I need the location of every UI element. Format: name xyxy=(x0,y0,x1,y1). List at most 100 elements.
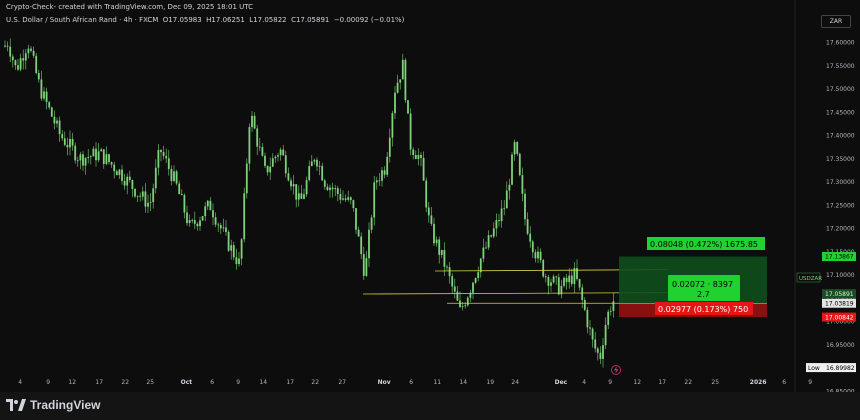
candle-body xyxy=(477,272,480,279)
candle-body xyxy=(316,159,318,167)
candle-body xyxy=(201,216,204,221)
candle-body xyxy=(212,210,214,218)
time-axis-label: 17 xyxy=(658,379,666,386)
candle-body xyxy=(186,212,188,224)
candle-body xyxy=(583,299,586,310)
candle-body xyxy=(357,229,360,237)
candle-body xyxy=(53,116,56,124)
candle-body xyxy=(89,156,92,158)
candle-body xyxy=(365,258,368,276)
loss-label: 0.02977 (0.173%) 750 xyxy=(658,305,748,314)
candle-body xyxy=(245,163,248,194)
candle-body xyxy=(417,154,420,160)
time-axis-label: 6 xyxy=(782,379,786,386)
candle-body xyxy=(435,239,438,244)
price-axis-label: 17.20000 xyxy=(826,226,855,233)
candle-body xyxy=(87,157,90,158)
ticker-open: O17.05983 xyxy=(162,16,202,24)
candle-body xyxy=(331,187,334,190)
candle-body xyxy=(576,268,578,280)
candle-body xyxy=(193,220,196,224)
candle-body xyxy=(219,225,222,229)
candle-body xyxy=(37,73,40,80)
candle-body xyxy=(167,158,170,169)
ticker-line: U.S. Dollar / South African Rand · 4h · … xyxy=(6,16,404,24)
time-axis-label: 12 xyxy=(68,379,76,386)
price-chart[interactable]: 0.08048 (0.472%) 1675.85 0.02072 · 83972.… xyxy=(0,0,860,420)
price-axis-label: 17.10000 xyxy=(826,272,855,279)
price-axis-label: 17.60000 xyxy=(826,40,855,47)
time-axis-label: 27 xyxy=(338,379,346,386)
candle-body xyxy=(271,158,274,167)
lightning-icon[interactable] xyxy=(611,365,621,375)
candle-body xyxy=(381,170,383,181)
candle-body xyxy=(123,180,126,186)
candle-body xyxy=(6,45,9,47)
candle-body xyxy=(297,193,300,200)
candle-body xyxy=(433,223,435,244)
candle-body xyxy=(420,154,422,158)
profit-label: 0.08048 (0.472%) 1675.85 xyxy=(650,240,758,249)
candle-body xyxy=(355,208,357,230)
candle-body xyxy=(110,162,113,165)
tradingview-logo[interactable]: TradingView xyxy=(6,398,100,412)
candle-body xyxy=(347,197,350,200)
candle-body xyxy=(102,149,105,164)
ticker-high: H17.06251 xyxy=(206,16,245,24)
candle-body xyxy=(97,151,100,161)
candle-body xyxy=(589,327,591,329)
candle-body xyxy=(82,154,84,166)
candle-body xyxy=(115,171,118,176)
candle-body xyxy=(295,184,298,200)
candle-body xyxy=(552,276,555,283)
candle-body xyxy=(240,239,243,259)
candle-body xyxy=(531,241,534,253)
candle-body xyxy=(58,120,61,135)
time-axis-label: 4 xyxy=(18,379,22,386)
ticker-change: −0.00092 (−0.01%) xyxy=(333,16,405,24)
candle-body xyxy=(557,277,560,295)
candle-body xyxy=(453,286,456,292)
candle-body xyxy=(388,137,391,157)
ticker-low: L17.05822 xyxy=(249,16,287,24)
candle-body xyxy=(368,229,370,259)
candle-body xyxy=(256,128,259,147)
candle-body xyxy=(121,169,123,181)
candle-body xyxy=(95,148,97,161)
candle-body xyxy=(305,180,308,195)
candle-body xyxy=(56,120,58,124)
ticker-symbol: U.S. Dollar / South African Rand · 4h · … xyxy=(6,16,159,24)
candle-body xyxy=(318,165,321,167)
time-axis-label: 6 xyxy=(210,379,214,386)
candle-body xyxy=(266,165,269,173)
candle-body xyxy=(235,257,238,265)
candle-body xyxy=(290,180,292,187)
candle-body xyxy=(604,324,607,346)
candle-body xyxy=(160,149,162,153)
candle-body xyxy=(399,79,402,83)
candle-body xyxy=(11,56,14,61)
price-axis-label: 17.25000 xyxy=(826,202,855,209)
candle-body xyxy=(542,259,545,277)
candle-body xyxy=(599,352,602,359)
candle-body xyxy=(24,53,27,61)
time-axis-label: 19 xyxy=(486,379,494,386)
candle-body xyxy=(396,82,399,93)
candle-body xyxy=(505,190,508,209)
candle-body xyxy=(513,142,516,155)
candle-body xyxy=(230,245,233,251)
candle-body xyxy=(438,239,441,255)
candle-body xyxy=(612,301,615,311)
candle-body xyxy=(578,279,581,288)
candle-body xyxy=(188,220,191,224)
candle-body xyxy=(609,310,612,312)
candle-body xyxy=(568,275,571,283)
footer-bar xyxy=(0,392,860,420)
candle-body xyxy=(50,107,53,117)
candle-body xyxy=(76,160,79,162)
candle-body xyxy=(199,220,201,227)
candle-body xyxy=(498,220,500,222)
currency-button[interactable]: ZAR xyxy=(821,15,851,28)
candle-body xyxy=(222,227,225,229)
candle-body xyxy=(422,157,425,181)
